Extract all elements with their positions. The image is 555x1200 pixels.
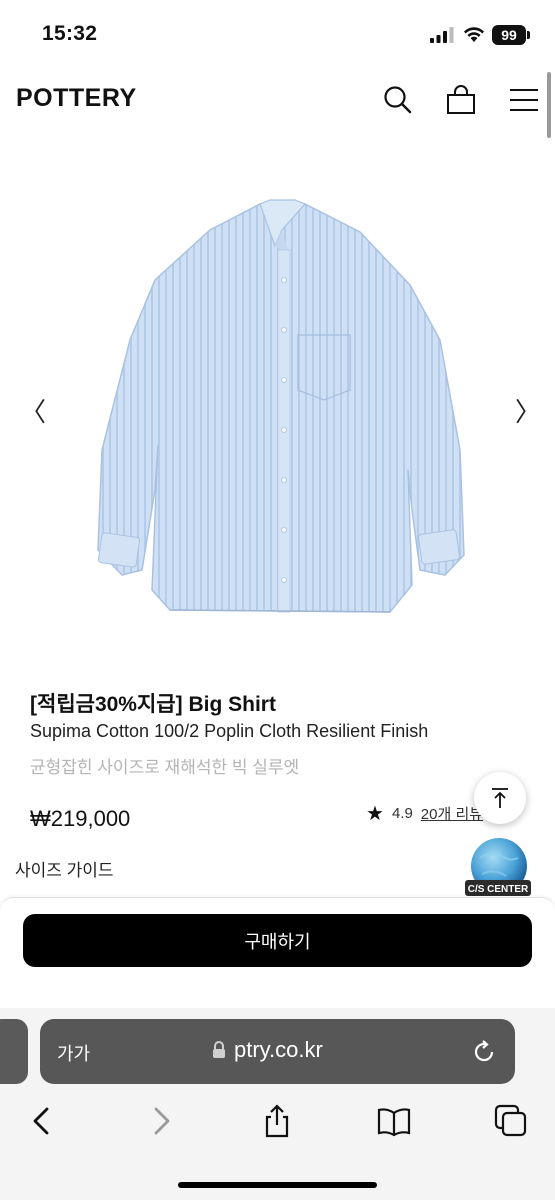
arrow-up-to-top-icon: [492, 788, 508, 808]
cs-center-label: C/S CENTER: [468, 884, 529, 895]
reviews-link[interactable]: 20개 리뷰: [421, 803, 483, 824]
tabs-icon[interactable]: [493, 1103, 529, 1139]
site-logo[interactable]: POTTERY: [16, 84, 137, 113]
home-indicator: [178, 1182, 377, 1188]
chevron-right-icon[interactable]: 〉: [515, 392, 541, 429]
product-price: ₩219,000: [30, 806, 131, 831]
previous-tab-peek[interactable]: [0, 1019, 28, 1084]
reader-text-size-button[interactable]: 가가: [57, 1040, 90, 1066]
status-bar: 15:32 99: [0, 0, 555, 70]
bookmarks-icon[interactable]: [376, 1103, 412, 1139]
cellular-signal-icon: [430, 27, 454, 43]
reload-icon[interactable]: [471, 1039, 497, 1065]
rating-value: 4.9: [391, 805, 413, 822]
share-icon[interactable]: [259, 1103, 295, 1139]
browser-bottom-bar: 가가 ptry.co.kr: [0, 1008, 555, 1200]
product-title: [적립금30%지급] Big Shirt: [30, 693, 276, 716]
battery-indicator: 99: [492, 25, 526, 45]
chevron-left-icon[interactable]: 〈: [20, 392, 46, 429]
purchase-panel: 구매하기: [0, 897, 555, 1009]
size-guide-link[interactable]: 사이즈 가이드: [15, 856, 114, 881]
product-description: 균형잡힌 사이즈로 재해석한 빅 실루엣: [30, 758, 300, 777]
site-header: POTTERY: [0, 70, 555, 130]
back-icon[interactable]: [24, 1103, 60, 1139]
url-text[interactable]: ptry.co.kr: [234, 1037, 323, 1063]
page-scrollbar[interactable]: [547, 72, 551, 138]
scroll-to-top-button[interactable]: [474, 772, 526, 824]
product-image[interactable]: [60, 190, 495, 630]
star-icon: ★: [366, 803, 384, 825]
buy-button[interactable]: 구매하기: [23, 914, 532, 967]
wifi-icon: [464, 27, 484, 42]
cs-center-globe-icon: C/S CENTER: [465, 838, 531, 896]
lock-icon: [213, 1041, 225, 1058]
cs-center-button[interactable]: C/S CENTER: [462, 836, 534, 902]
search-icon[interactable]: [380, 82, 416, 118]
address-bar[interactable]: 가가 ptry.co.kr: [40, 1019, 515, 1084]
battery-tip: [527, 31, 530, 39]
shopping-bag-icon[interactable]: [443, 82, 479, 118]
browser-toolbar: [0, 1103, 555, 1143]
status-time: 15:32: [42, 22, 98, 45]
url-display[interactable]: ptry.co.kr: [212, 1037, 323, 1063]
product-rating: ★ 4.9 20개 리뷰: [366, 801, 483, 826]
product-subtitle: Supima Cotton 100/2 Poplin Cloth Resilie…: [30, 721, 429, 741]
hamburger-menu-icon[interactable]: [506, 82, 542, 118]
forward-icon[interactable]: [143, 1103, 179, 1139]
